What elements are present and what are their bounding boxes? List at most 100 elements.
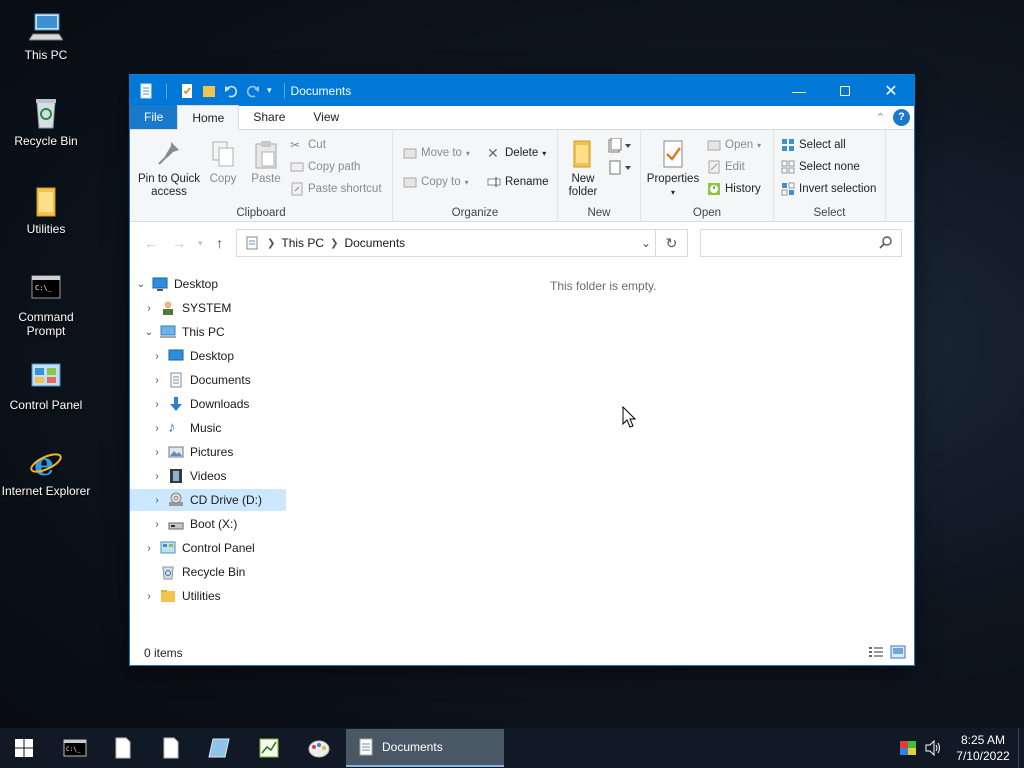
tree-item-downloads[interactable]: › Downloads xyxy=(150,393,249,415)
tree-item-cd-drive[interactable]: › CD Drive (D:) xyxy=(130,489,286,511)
tree-item-music[interactable]: › ♪ Music xyxy=(150,417,221,439)
chevron-right-icon[interactable]: › xyxy=(150,351,164,362)
tree-item-control-panel[interactable]: › Control Panel xyxy=(142,537,254,559)
edit-button[interactable]: Edit xyxy=(707,160,745,174)
tree-item-pictures[interactable]: › Pictures xyxy=(150,441,233,463)
pin-to-quick-access-button[interactable]: Pin to Quick access xyxy=(136,138,202,199)
chevron-right-icon[interactable]: › xyxy=(150,519,164,530)
undo-icon[interactable] xyxy=(223,83,239,99)
chevron-right-icon[interactable]: › xyxy=(150,399,164,410)
tree-item-utilities[interactable]: › Utilities xyxy=(142,585,220,607)
mouse-cursor-icon xyxy=(622,406,637,428)
redo-icon[interactable] xyxy=(245,83,261,99)
breadcrumb-this-pc[interactable]: This PC xyxy=(281,236,324,250)
new-folder-button[interactable]: New folder xyxy=(562,138,604,199)
chevron-right-icon[interactable]: › xyxy=(142,591,156,602)
large-icons-view-icon[interactable] xyxy=(890,645,906,659)
taskbar-app-chart[interactable] xyxy=(246,728,292,768)
address-history-chevron-icon[interactable]: ⌄ xyxy=(641,236,651,250)
maximize-button[interactable] xyxy=(822,75,868,106)
up-arrow-icon[interactable]: ↑ xyxy=(216,235,223,251)
clock[interactable]: 8:25 AM 7/10/2022 xyxy=(948,732,1018,764)
breadcrumb-documents[interactable]: Documents xyxy=(344,236,405,250)
desktop-icon-control-panel[interactable]: Control Panel xyxy=(0,360,92,412)
tree-item-desktop[interactable]: ⌄ Desktop xyxy=(134,273,218,295)
move-to-button[interactable]: Move to ▾ xyxy=(403,146,470,160)
paste-button[interactable]: Paste xyxy=(246,138,286,186)
refresh-button[interactable]: ↻ xyxy=(655,230,687,256)
start-button[interactable] xyxy=(0,728,48,768)
rename-button[interactable]: Rename xyxy=(487,175,548,189)
chevron-right-icon[interactable]: › xyxy=(142,303,156,314)
desktop-icon-recycle-bin[interactable]: Recycle Bin xyxy=(0,96,92,148)
invert-selection-button[interactable]: Invert selection xyxy=(781,182,876,196)
chevron-right-icon[interactable]: › xyxy=(150,375,164,386)
desktop-icon-this-pc[interactable]: This PC xyxy=(0,10,92,62)
tree-item-boot[interactable]: › Boot (X:) xyxy=(150,513,237,535)
ribbon-tabs: File Home Share View ⌃ ? xyxy=(130,105,914,130)
chevron-right-icon[interactable]: › xyxy=(150,447,164,458)
customize-toolbar-chevron-icon[interactable]: ▾ xyxy=(267,85,272,96)
chevron-right-icon[interactable]: › xyxy=(150,423,164,434)
chevron-right-icon[interactable]: › xyxy=(150,495,164,506)
minimize-button[interactable]: — xyxy=(776,75,822,106)
tree-item-pc-desktop[interactable]: › Desktop xyxy=(150,345,234,367)
tab-view[interactable]: View xyxy=(299,105,353,129)
help-icon[interactable]: ? xyxy=(893,109,910,126)
chevron-right-icon[interactable]: › xyxy=(150,471,164,482)
new-item-button[interactable] xyxy=(608,137,632,157)
copy-path-button[interactable]: Copy path xyxy=(290,160,360,174)
open-button[interactable]: Open ▾ xyxy=(707,138,761,152)
taskbar-command-prompt[interactable]: C:\_ xyxy=(52,728,98,768)
back-arrow-icon[interactable]: ← xyxy=(144,235,158,251)
title-bar[interactable]: ▾ Documents — ✕ xyxy=(130,75,914,106)
chevron-down-icon: ▾ xyxy=(465,148,470,158)
taskbar-document[interactable] xyxy=(148,728,194,768)
search-input[interactable] xyxy=(700,229,902,257)
tree-item-videos[interactable]: › Videos xyxy=(150,465,226,487)
taskbar-documents-window[interactable]: Documents xyxy=(346,729,504,767)
properties-check-icon[interactable] xyxy=(179,83,195,99)
cut-button[interactable]: ✂ Cut xyxy=(290,138,326,152)
paste-shortcut-button[interactable]: Paste shortcut xyxy=(290,182,382,196)
tab-file[interactable]: File xyxy=(130,105,178,129)
speaker-volume-icon[interactable] xyxy=(924,740,942,756)
copy-to-button[interactable]: Copy to ▾ xyxy=(403,175,469,189)
tab-share[interactable]: Share xyxy=(239,105,299,129)
desktop-icon-utilities[interactable]: Utilities xyxy=(0,184,92,236)
taskbar-app-glass[interactable] xyxy=(196,728,242,768)
forward-arrow-icon[interactable]: → xyxy=(172,235,186,251)
collapse-ribbon-chevron-icon[interactable]: ⌃ xyxy=(876,111,885,124)
tab-home[interactable]: Home xyxy=(177,105,240,130)
recent-locations-chevron-icon[interactable]: ▾ xyxy=(198,238,203,249)
copy-button[interactable]: Copy xyxy=(206,138,240,186)
close-button[interactable]: ✕ xyxy=(868,75,914,106)
display-color-icon[interactable] xyxy=(900,741,916,755)
delete-button[interactable]: ✕ Delete ▾ xyxy=(487,146,546,160)
tree-item-system[interactable]: › SYSTEM xyxy=(142,297,231,319)
history-button[interactable]: History xyxy=(707,182,761,196)
tree-label: Desktop xyxy=(190,349,235,363)
easy-access-button[interactable] xyxy=(608,160,632,179)
taskbar-notepad[interactable] xyxy=(100,728,146,768)
chevron-right-icon[interactable]: › xyxy=(142,543,156,554)
tree-item-recycle-bin[interactable]: Recycle Bin xyxy=(142,561,245,583)
tree-item-this-pc[interactable]: ⌄ This PC xyxy=(142,321,225,343)
properties-button[interactable]: Properties ▾ xyxy=(645,138,701,199)
chevron-down-icon[interactable]: ⌄ xyxy=(134,279,148,290)
chevron-down-icon[interactable]: ⌄ xyxy=(142,327,156,338)
tree-item-documents[interactable]: › Documents xyxy=(150,369,251,391)
document-icon[interactable] xyxy=(138,83,154,99)
taskbar-app-paint[interactable] xyxy=(296,728,342,768)
select-none-button[interactable]: Select none xyxy=(781,160,860,174)
control-panel-icon xyxy=(160,541,176,554)
select-none-icon xyxy=(781,160,795,174)
select-all-button[interactable]: Select all xyxy=(781,138,846,152)
new-folder-icon[interactable] xyxy=(201,83,217,99)
address-field[interactable]: ❯ This PC ❯ Documents ⌄ ↻ xyxy=(236,229,688,257)
show-desktop-button[interactable] xyxy=(1018,728,1024,768)
details-view-icon[interactable] xyxy=(868,645,884,659)
desktop-icon-internet-explorer[interactable]: e Internet Explorer xyxy=(0,446,92,498)
search-icon[interactable] xyxy=(879,235,893,249)
desktop-icon-command-prompt[interactable]: C:\_ Command Prompt xyxy=(0,272,92,338)
